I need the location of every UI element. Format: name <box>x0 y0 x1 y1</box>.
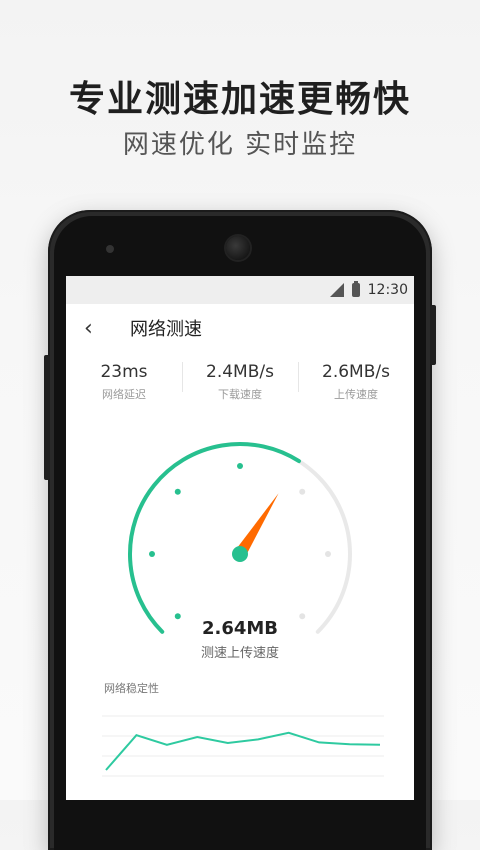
stat-upload: 2.6MB/s 上传速度 <box>298 354 414 404</box>
chevron-left-icon[interactable]: ‹ <box>84 316 114 341</box>
stability-title: 网络稳定性 <box>104 682 159 695</box>
phone-screen: 12:30 ‹ 网络测速 23ms 网络延迟 2.4MB/s 下载速度 2.6M… <box>66 276 414 800</box>
speed-gauge: 2.64MB 测速上传速度 <box>66 428 414 668</box>
gauge-dot <box>325 551 331 557</box>
promo-subtitle: 网速优化 实时监控 <box>122 130 358 160</box>
gauge-label: 测速上传速度 <box>200 646 279 661</box>
stat-latency: 23ms 网络延迟 <box>66 354 182 404</box>
stability-line <box>105 731 381 771</box>
promo-title: 专业测速加速更畅快 <box>68 79 411 120</box>
page-title: 网络测速 <box>130 319 202 340</box>
gauge-fill <box>128 442 301 634</box>
phone-side-button-right <box>430 305 436 365</box>
stat-label: 下载速度 <box>218 388 262 401</box>
stat-label: 网络延迟 <box>102 388 146 401</box>
phone-speaker <box>226 236 250 260</box>
phone-sensor <box>106 245 114 253</box>
stat-download: 2.4MB/s 下载速度 <box>182 354 298 404</box>
gauge-dots <box>149 463 331 620</box>
speed-stats: 23ms 网络延迟 2.4MB/s 下载速度 2.6MB/s 上传速度 <box>66 354 414 404</box>
battery-icon <box>351 281 360 297</box>
status-time: 12:30 <box>367 282 408 298</box>
status-bar: 12:30 <box>66 276 414 304</box>
gauge-dot <box>237 463 243 469</box>
phone-side-button-left <box>44 355 50 480</box>
signal-icon <box>329 283 344 297</box>
stat-value: 2.6MB/s <box>322 362 390 382</box>
gauge-dot <box>174 488 181 495</box>
header: ‹ 网络测速 <box>66 304 414 352</box>
stability-chart <box>102 715 384 777</box>
gauge-dot <box>149 551 155 557</box>
stat-label: 上传速度 <box>334 388 378 401</box>
gauge-track <box>128 441 352 634</box>
gauge-dot <box>299 488 306 495</box>
stat-value: 2.4MB/s <box>206 362 274 382</box>
gauge-value: 2.64MB <box>201 618 279 639</box>
gauge-hub <box>232 546 248 562</box>
stat-value: 23ms <box>100 362 148 382</box>
